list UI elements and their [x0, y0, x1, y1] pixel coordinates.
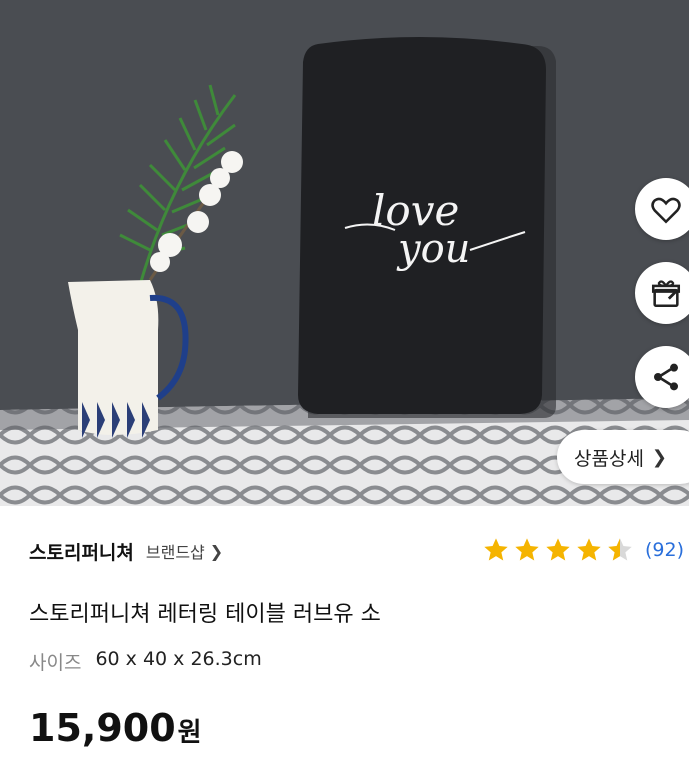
size-value: 60 x 40 x 26.3cm: [95, 648, 262, 670]
product-title: 스토리퍼니쳐 레터링 테이블 러브유 소: [29, 602, 381, 627]
star-rating: [482, 536, 637, 564]
star-full-icon: [546, 538, 570, 561]
share-icon: [654, 363, 678, 391]
brand-name[interactable]: 스토리퍼니쳐: [29, 538, 134, 565]
heart-icon: [651, 197, 681, 224]
product-detail-label: 상품상세: [574, 447, 644, 470]
product-detail-button[interactable]: 상품상세 ❯: [557, 430, 689, 484]
gift-icon: [651, 280, 681, 308]
star-full-icon: [484, 538, 508, 561]
share-button[interactable]: [635, 346, 689, 408]
price: 15,900 원: [29, 706, 202, 750]
board-lettering-you: you: [396, 226, 470, 272]
rating[interactable]: (92): [482, 536, 684, 564]
chevron-right-icon: ❯: [209, 541, 224, 561]
star-full-icon: [515, 538, 539, 561]
gift-button[interactable]: [635, 262, 689, 324]
wishlist-button[interactable]: [635, 178, 689, 240]
price-amount: 15,900: [29, 706, 176, 750]
star-half-icon: [608, 538, 632, 561]
brand-shop-label: 브랜드샵: [145, 543, 205, 562]
review-count[interactable]: (92): [645, 539, 684, 561]
star-full-icon: [577, 538, 601, 561]
size-label: 사이즈: [29, 652, 82, 674]
product-image-area[interactable]: love you 상품상세 ❯: [0, 0, 689, 506]
brand-shop-link[interactable]: 브랜드샵 ❯: [146, 539, 223, 563]
chevron-right-icon: ❯: [651, 446, 668, 468]
price-unit: 원: [177, 718, 202, 748]
size-row: 사이즈 60 x 40 x 26.3cm: [29, 648, 262, 675]
